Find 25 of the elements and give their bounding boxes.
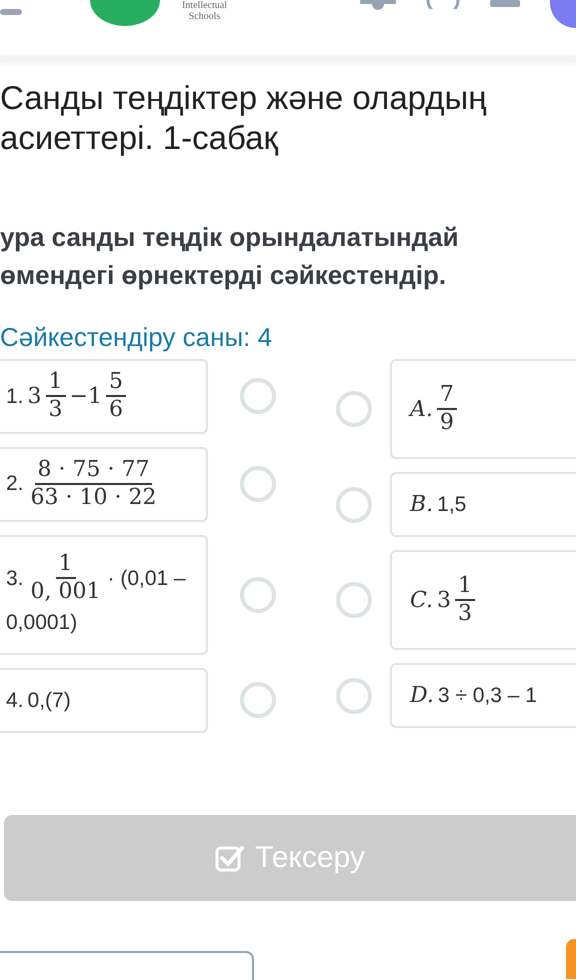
radio-button[interactable] (336, 391, 372, 427)
radio-button[interactable] (240, 378, 276, 414)
radio-button[interactable] (240, 576, 276, 613)
avatar-icon[interactable] (550, 0, 576, 28)
radio-button[interactable] (336, 678, 372, 714)
logo-text: Schools (188, 11, 222, 22)
radio-button[interactable] (336, 582, 372, 618)
math-expression: D. 3 ÷ 0,3 – 1 (410, 682, 538, 710)
math-expression: B. 1,5 (410, 491, 468, 519)
answer-card[interactable]: B. 1,5 (390, 472, 576, 537)
task-instruction: ура санды теңдік орындалатындай өмендегі өрнектерді сәйкестендір. (0, 221, 460, 292)
logo-icon (90, 0, 160, 26)
math-expression: 4. 0,(7) (6, 688, 72, 714)
expression-card[interactable]: 4. 0,(7) (0, 668, 208, 733)
radio-button[interactable] (240, 466, 276, 502)
menu-icon[interactable] (0, 9, 22, 15)
bell-icon[interactable] (360, 0, 396, 12)
lesson-title: Санды теңдіктер және олардың асиеттері. 1-сабақ (0, 78, 488, 158)
radio-button[interactable] (336, 486, 372, 522)
side-tab[interactable] (566, 938, 576, 979)
match-count: Сәйкестендіру саны: 4 (0, 322, 274, 353)
checkbox-icon (215, 844, 246, 872)
logo-text: Intellectual (182, 0, 227, 11)
answer-card[interactable]: D. 3 ÷ 0,3 – 1 (390, 663, 576, 728)
radio-button[interactable] (240, 682, 276, 718)
